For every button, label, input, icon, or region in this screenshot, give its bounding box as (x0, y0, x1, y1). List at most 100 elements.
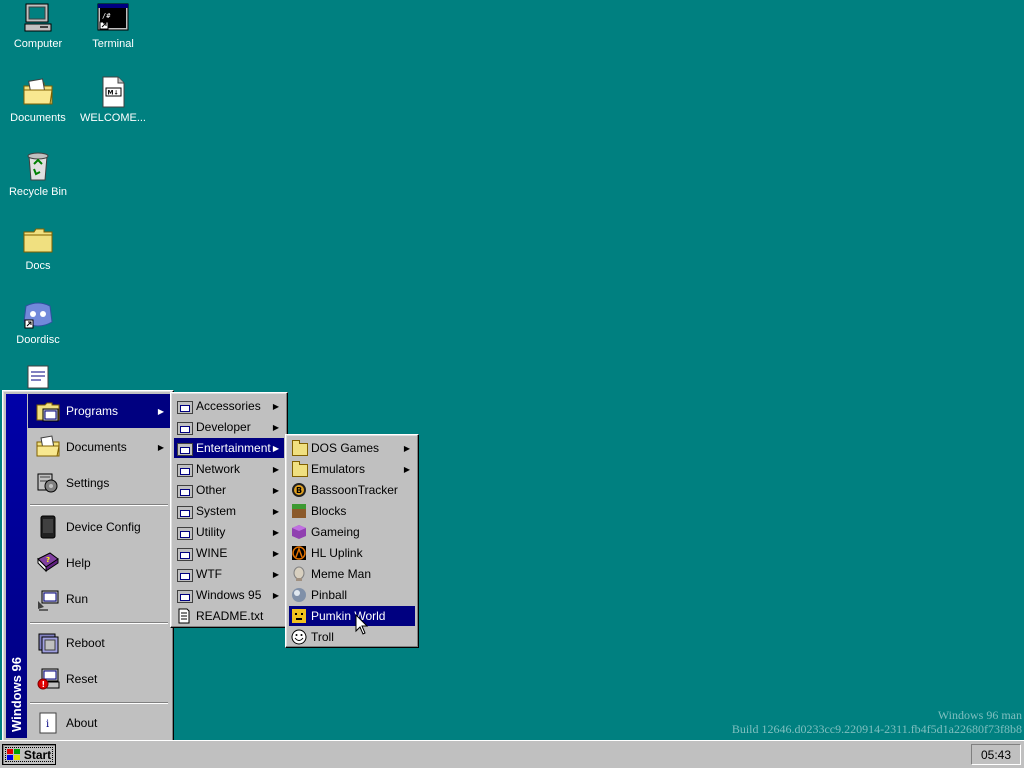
entertainment-item-troll[interactable]: Troll (289, 627, 415, 647)
entertainment-item-blocks[interactable]: Blocks (289, 501, 415, 521)
start-menu-item-run[interactable]: Run (28, 582, 170, 616)
svg-text:M↓: M↓ (108, 90, 119, 97)
help-book-icon: ? (36, 551, 60, 575)
programs-item-wine[interactable]: WINE ▶ (174, 543, 284, 563)
start-menu-item-about[interactable]: i About (28, 706, 170, 740)
program-group-icon (176, 482, 193, 498)
start-menu-item-reset[interactable]: ! Reset (28, 662, 170, 696)
programs-item-system[interactable]: System ▶ (174, 501, 284, 521)
documents-folder-icon (22, 76, 54, 108)
menu-item-label: System (196, 504, 237, 518)
recycle-bin-icon (22, 150, 54, 182)
start-menu-banner-text: Windows 96 (9, 656, 24, 732)
start-menu-item-help[interactable]: ? Help (28, 546, 170, 580)
entertainment-item-pinball[interactable]: Pinball (289, 585, 415, 605)
submenu-arrow-icon: ▶ (272, 506, 279, 516)
start-menu-item-label: About (66, 716, 98, 730)
start-menu-banner: Windows 96 (6, 394, 27, 738)
menu-item-label: Pinball (311, 588, 348, 602)
desktop-icon-terminal[interactable]: /# Terminal (76, 2, 150, 50)
computer-icon (22, 2, 54, 34)
desktop-icon-label: WELCOME... (79, 112, 146, 124)
pinball-icon (291, 587, 307, 603)
start-menu-item-label: Documents (66, 440, 127, 454)
program-group-icon (176, 461, 193, 477)
submenu-arrow-icon: ▶ (272, 422, 279, 432)
terminal-icon: /# (97, 2, 129, 34)
device-config-icon (36, 515, 60, 539)
desktop-icon-computer[interactable]: Computer (1, 2, 75, 50)
submenu-arrow-icon: ▶ (403, 443, 410, 453)
entertainment-item-bassoontracker[interactable]: B BassoonTracker (289, 480, 415, 500)
menu-item-label: Pumkin World (311, 609, 386, 623)
menu-item-label: HL Uplink (311, 546, 363, 560)
start-menu-item-settings[interactable]: Settings (28, 466, 170, 500)
programs-item-other[interactable]: Other ▶ (174, 480, 284, 500)
desktop-icon-label: Documents (10, 112, 66, 124)
desktop-icon-doordisc[interactable]: Doordisc (1, 298, 75, 346)
reset-icon: ! (36, 667, 60, 691)
programs-item-developer[interactable]: Developer ▶ (174, 417, 284, 437)
start-menu-item-label: Reset (66, 672, 98, 686)
windows-logo-icon (6, 748, 21, 761)
desktop-icon-docs[interactable]: Docs (1, 224, 75, 272)
program-group-icon (176, 587, 193, 603)
menu-item-label: Utility (196, 525, 226, 539)
menu-item-label: Other (196, 483, 227, 497)
documents-icon (36, 435, 60, 459)
desktop-icon-label: Computer (13, 38, 63, 50)
desktop-icon-label: Recycle Bin (8, 186, 68, 198)
settings-icon (36, 471, 60, 495)
start-menu-item-reboot[interactable]: Reboot (28, 626, 170, 660)
start-menu-item-device-config[interactable]: Device Config (28, 510, 170, 544)
programs-item-utility[interactable]: Utility ▶ (174, 522, 284, 542)
menu-item-label: DOS Games (311, 441, 380, 455)
pumkin-world-icon (291, 608, 307, 624)
menu-item-label: WTF (196, 567, 222, 581)
start-menu-item-programs[interactable]: Programs ▶ (28, 394, 170, 428)
menu-item-label: Troll (311, 630, 334, 644)
submenu-arrow-icon: ▶ (272, 464, 279, 474)
clock-time: 05:43 (980, 747, 1012, 762)
doordisc-icon (22, 298, 54, 330)
desktop-icon-label: Terminal (92, 38, 134, 50)
desktop-icon-welcome[interactable]: M↓ WELCOME... (76, 76, 150, 124)
programs-item-accessories[interactable]: Accessories ▶ (174, 396, 284, 416)
build-watermark: Windows 96 man Build 12646.d0233cc9.2209… (732, 708, 1022, 736)
desktop-icon-recycle-bin[interactable]: Recycle Bin (1, 150, 75, 198)
blocks-icon (291, 503, 307, 519)
folder-icon (291, 461, 308, 477)
start-button[interactable]: Start (2, 744, 56, 765)
entertainment-item-hl-uplink[interactable]: HL Uplink (289, 543, 415, 563)
programs-item-entertainment[interactable]: Entertainment ▶ (174, 438, 284, 458)
entertainment-item-gameing[interactable]: Gameing (289, 522, 415, 542)
submenu-arrow-icon: ▶ (157, 442, 164, 452)
svg-text:/#: /# (102, 12, 111, 20)
entertainment-item-pumkin-world[interactable]: Pumkin World (289, 606, 415, 626)
programs-item-network[interactable]: Network ▶ (174, 459, 284, 479)
programs-item-wtf[interactable]: WTF ▶ (174, 564, 284, 584)
entertainment-submenu: DOS Games ▶ Emulators ▶ B BassoonTracker Bl… (285, 434, 419, 648)
submenu-arrow-icon: ▶ (272, 485, 279, 495)
mouse-cursor (355, 613, 369, 636)
menu-item-label: Meme Man (311, 567, 372, 581)
start-menu: Windows 96 Programs ▶ Documents ▶ Settin… (2, 390, 174, 742)
start-menu-item-label: Run (66, 592, 89, 606)
start-menu-item-documents[interactable]: Documents ▶ (28, 430, 170, 464)
menu-item-label: WINE (196, 546, 228, 560)
entertainment-item-dos-games[interactable]: DOS Games ▶ (289, 438, 415, 458)
programs-item-readme[interactable]: README.txt (174, 606, 284, 626)
svg-text:B: B (296, 486, 302, 495)
menu-item-label: BassoonTracker (311, 483, 398, 497)
menu-item-label: Accessories (196, 399, 261, 413)
desktop-icon-documents[interactable]: Documents (1, 76, 75, 124)
taskbar-clock[interactable]: 05:43 (971, 744, 1021, 765)
entertainment-item-emulators[interactable]: Emulators ▶ (289, 459, 415, 479)
program-group-icon (176, 440, 193, 456)
programs-item-windows-95[interactable]: Windows 95 ▶ (174, 585, 284, 605)
submenu-arrow-icon: ▶ (272, 569, 279, 579)
run-icon (36, 587, 60, 611)
start-menu-item-label: Help (66, 556, 91, 570)
entertainment-item-meme-man[interactable]: Meme Man (289, 564, 415, 584)
programs-submenu: Accessories ▶ Developer ▶ Entertainment ▶ N… (170, 392, 288, 628)
